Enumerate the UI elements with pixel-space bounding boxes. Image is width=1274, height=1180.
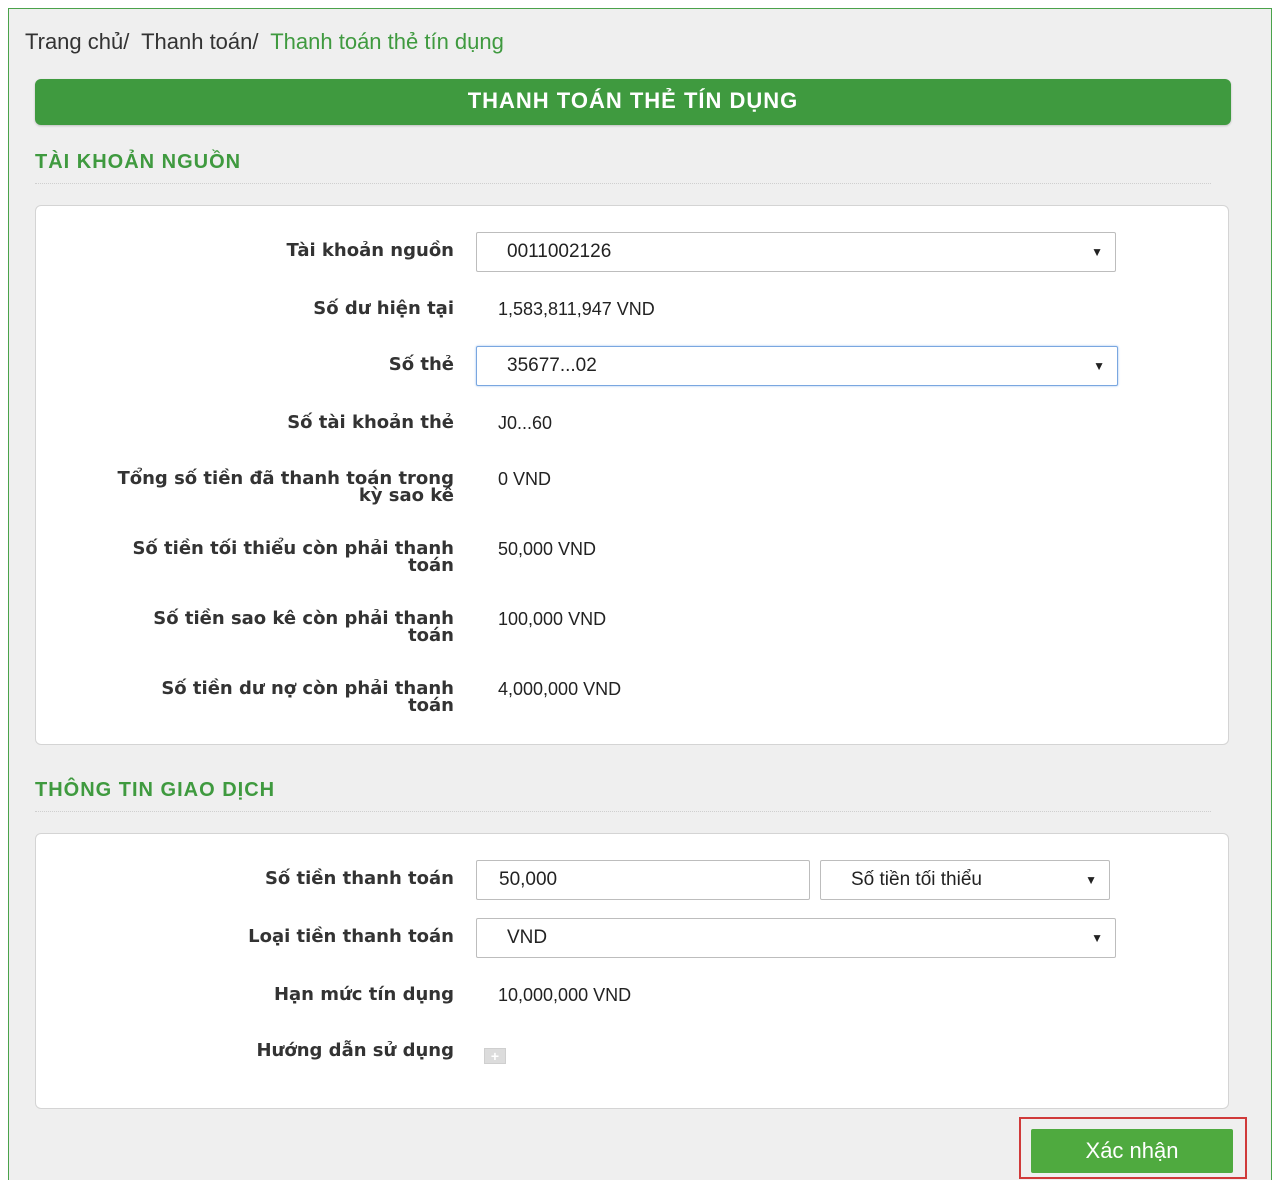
paid-amount-label-line2: kỳ sao kê	[358, 485, 454, 506]
plus-box-icon[interactable]: +	[484, 1048, 506, 1064]
guide-label: Hướng dẫn sử dụng	[256, 1040, 454, 1061]
card-number-value: 35677...02	[507, 355, 597, 376]
transaction-section-title: THÔNG TIN GIAO DỊCH	[35, 779, 276, 801]
caret-down-icon: ▼	[1085, 873, 1097, 887]
statement-amount-label: Số tiền sao kê còn phải thanh toán	[74, 608, 454, 646]
card-account-value: J0...60	[498, 413, 553, 433]
amount-label: Số tiền thanh toán	[264, 868, 454, 889]
source-account-select[interactable]: 0011002126 ▼	[476, 232, 1116, 272]
credit-limit-value: 10,000,000 VND	[498, 985, 632, 1005]
debt-amount-label-line2: toán	[408, 695, 454, 716]
paid-amount-label: Tổng số tiền đã thanh toán trong kỳ sao …	[74, 470, 454, 506]
caret-down-icon: ▼	[1093, 359, 1105, 373]
source-section-title: TÀI KHOẢN NGUỒN	[35, 151, 242, 173]
breadcrumb-payment[interactable]: Thanh toán/	[141, 29, 258, 54]
card-account-label: Số tài khoản thẻ	[287, 412, 454, 433]
caret-down-icon: ▼	[1091, 931, 1103, 945]
amount-type-select[interactable]: Số tiền tối thiểu ▼	[820, 860, 1110, 900]
min-amount-label: Số tiền tối thiểu còn phải thanh toán	[74, 538, 454, 576]
currency-label: Loại tiền thanh toán	[248, 926, 454, 947]
min-amount-label-line1: Số tiền tối thiểu còn phải thanh	[132, 538, 454, 559]
currency-select[interactable]: VND ▼	[476, 918, 1116, 958]
amount-type-value: Số tiền tối thiểu	[851, 869, 982, 890]
min-amount-label-line2: toán	[408, 555, 454, 576]
amount-input[interactable]: 50,000	[476, 860, 810, 900]
debt-amount-value: 4,000,000 VND	[498, 679, 622, 699]
card-number-select[interactable]: 35677...02 ▼	[476, 346, 1118, 386]
section-divider	[35, 811, 1211, 812]
credit-limit-label: Hạn mức tín dụng	[273, 984, 454, 1005]
debt-amount-label: Số tiền dư nợ còn phải thanh toán	[74, 678, 454, 716]
confirm-button[interactable]: Xác nhận	[1031, 1129, 1233, 1173]
page-title: THANH TOÁN THẺ TÍN DỤNG	[35, 79, 1231, 125]
debt-amount-label-line1: Số tiền dư nợ còn phải thanh	[161, 678, 454, 699]
section-divider	[35, 183, 1211, 184]
card-number-label: Số thẻ	[388, 354, 454, 375]
min-amount-value: 50,000 VND	[498, 539, 597, 559]
statement-amount-label-line1: Số tiền sao kê còn phải thanh	[153, 608, 454, 629]
statement-amount-value: 100,000 VND	[498, 609, 607, 629]
statement-amount-label-line2: toán	[408, 625, 454, 646]
amount-input-value: 50,000	[499, 869, 558, 890]
paid-amount-value: 0 VND	[498, 469, 552, 489]
page-frame: Trang chủ/ Thanh toán/ Thanh toán thẻ tí…	[8, 8, 1272, 1180]
balance-label: Số dư hiện tại	[313, 298, 454, 319]
caret-down-icon: ▼	[1091, 245, 1103, 259]
source-account-panel: Tài khoản nguồn 0011002126 ▼ Số dư hiện …	[35, 205, 1229, 745]
source-account-value: 0011002126	[507, 241, 612, 262]
source-account-label: Tài khoản nguồn	[286, 240, 455, 261]
currency-value: VND	[507, 927, 548, 948]
balance-value: 1,583,811,947 VND	[498, 299, 655, 319]
breadcrumb-home[interactable]: Trang chủ/	[25, 29, 129, 54]
breadcrumb-current: Thanh toán thẻ tín dụng	[270, 29, 504, 54]
breadcrumb: Trang chủ/ Thanh toán/ Thanh toán thẻ tí…	[25, 29, 504, 55]
transaction-panel: Số tiền thanh toán 50,000 Số tiền tối th…	[35, 833, 1229, 1109]
